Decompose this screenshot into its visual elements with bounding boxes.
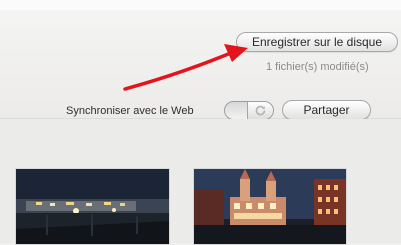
- modified-files-status: 1 fichier(s) modifié(s): [266, 61, 369, 73]
- night-city-photo: [16, 169, 169, 244]
- sync-web-label: Synchroniser avec le Web: [66, 105, 194, 117]
- photo-thumbnail-city-night[interactable]: [15, 168, 170, 245]
- toolbar: Enregistrer sur le disque 1 fichier(s) m…: [0, 10, 401, 120]
- kremlin-night-photo: [194, 169, 346, 244]
- photo-thumbnail-kremlin-night[interactable]: [193, 168, 347, 245]
- save-to-disk-button[interactable]: Enregistrer sur le disque: [236, 32, 398, 52]
- share-button[interactable]: Partager: [282, 100, 371, 120]
- sync-web-toggle[interactable]: [224, 101, 274, 120]
- sync-icon: [255, 105, 266, 116]
- window-top-strip: [0, 0, 401, 10]
- toggle-knob[interactable]: [247, 102, 273, 119]
